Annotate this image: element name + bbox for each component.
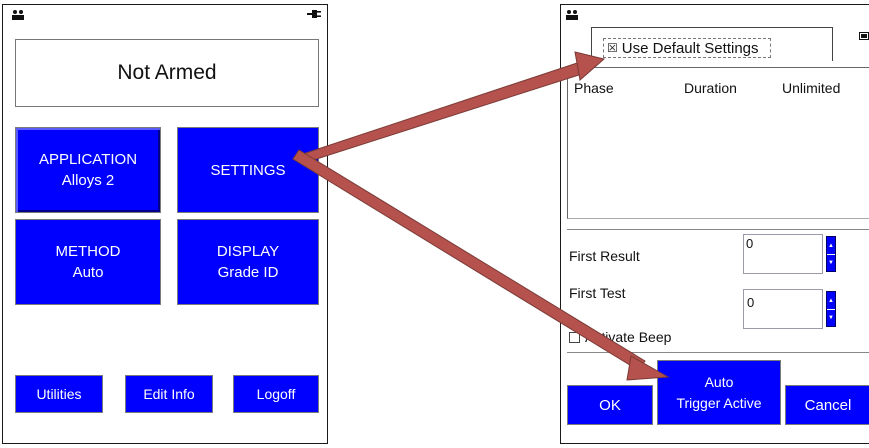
- arrow-head-use-default: [574, 51, 606, 81]
- arrow-head-auto-trigger: [626, 355, 670, 381]
- arrow-to-auto-trigger: [292, 149, 646, 371]
- annotation-arrows: [292, 51, 670, 381]
- arrow-to-use-default: [299, 60, 586, 164]
